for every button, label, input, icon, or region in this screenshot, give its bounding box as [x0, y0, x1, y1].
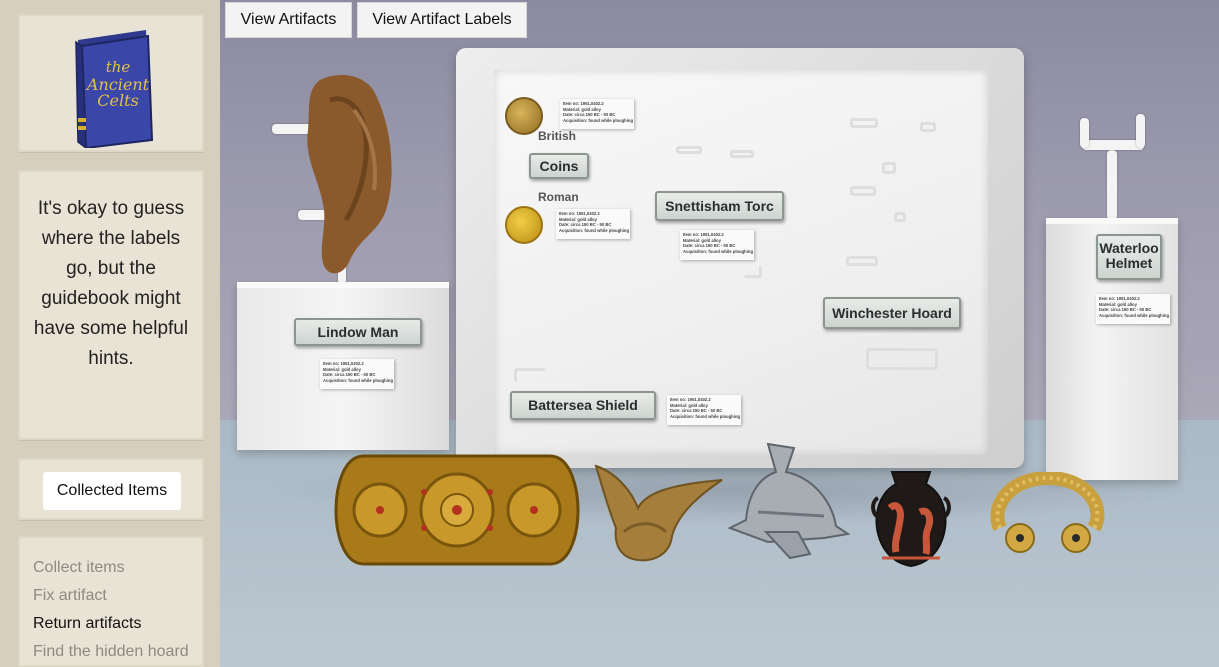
empty-slot	[850, 118, 878, 128]
roman-hint: Roman	[538, 190, 579, 204]
info-card-british-coin: Item no: 1951,0402.2 Material: gold alloy…	[560, 99, 634, 129]
task-find-hidden-hoard: Find the hidden hoard	[33, 643, 189, 660]
task-collect-items: Collect items	[33, 559, 125, 576]
label-snettisham-torc[interactable]: Snettisham Torc	[655, 191, 784, 221]
greek-vase-artifact[interactable]	[868, 468, 954, 570]
battersea-shield-artifact[interactable]	[334, 452, 580, 568]
empty-slot	[866, 348, 938, 370]
british-hint: British	[538, 129, 577, 143]
empty-slot	[850, 186, 876, 196]
helmet-stand-prong	[1080, 118, 1089, 148]
lindow-man-artifact[interactable]	[300, 70, 400, 280]
label-waterloo-helmet[interactable]: Waterloo Helmet	[1096, 234, 1162, 280]
empty-slot	[920, 122, 936, 132]
svg-text:Celts: Celts	[97, 91, 138, 110]
empty-slot	[882, 162, 896, 174]
info-card-snettisham: Item no: 1951,0402.2 Material: gold alloy…	[680, 230, 754, 260]
task-fix-artifact: Fix artifact	[33, 587, 107, 604]
label-battersea-shield[interactable]: Battersea Shield	[510, 391, 656, 420]
sidebar: the Ancient Celts It's okay to guess whe…	[0, 0, 220, 667]
task-list-panel: Collect items Fix artifact Return artifa…	[18, 536, 204, 667]
info-card-waterloo: Item no: 1951,0402.2 Material: gold alloy…	[1096, 294, 1170, 324]
info-card-lindow: Item no: 1951,0402.2 Material: gold alloy…	[320, 359, 394, 389]
info-card-battersea: Item no: 1951,0402.2 Material: gold alloy…	[667, 395, 741, 425]
view-artifacts-button[interactable]: View Artifacts	[225, 2, 352, 38]
horned-helmet-artifact[interactable]	[594, 462, 726, 564]
empty-slot	[894, 212, 906, 222]
empty-slot	[846, 256, 878, 266]
empty-slot	[514, 368, 546, 382]
guidebook-icon[interactable]: the Ancient Celts	[68, 26, 156, 148]
gladiator-helmet-artifact[interactable]	[728, 442, 850, 560]
collected-panel: Collected Items	[18, 458, 204, 520]
helmet-stand-post	[1107, 150, 1117, 220]
museum-scene: View Artifacts View Artifact Labels Brit…	[220, 0, 1219, 667]
hint-panel: It's okay to guess where the labels go, …	[18, 170, 204, 440]
label-lindow-man[interactable]: Lindow Man	[294, 318, 422, 346]
empty-slot	[676, 146, 702, 154]
helmet-stand-prong	[1136, 114, 1145, 148]
label-coins[interactable]: Coins	[529, 153, 589, 179]
svg-text:the: the	[106, 58, 131, 76]
empty-slot	[730, 150, 754, 158]
helmet-stand-arm	[1082, 140, 1144, 150]
collected-items-button[interactable]: Collected Items	[43, 472, 181, 510]
roman-coin[interactable]	[505, 206, 543, 244]
guidebook-panel: the Ancient Celts	[18, 14, 204, 152]
hint-text: It's okay to guess where the labels go, …	[33, 198, 189, 369]
view-artifact-labels-button[interactable]: View Artifact Labels	[357, 2, 527, 38]
task-return-artifacts: Return artifacts	[33, 615, 142, 632]
info-card-roman-coin: Item no: 1951,0402.2 Material: gold alloy…	[556, 209, 630, 239]
empty-slot	[744, 266, 762, 278]
label-winchester-hoard[interactable]: Winchester Hoard	[823, 297, 961, 329]
gold-torc-artifact[interactable]	[986, 472, 1108, 556]
